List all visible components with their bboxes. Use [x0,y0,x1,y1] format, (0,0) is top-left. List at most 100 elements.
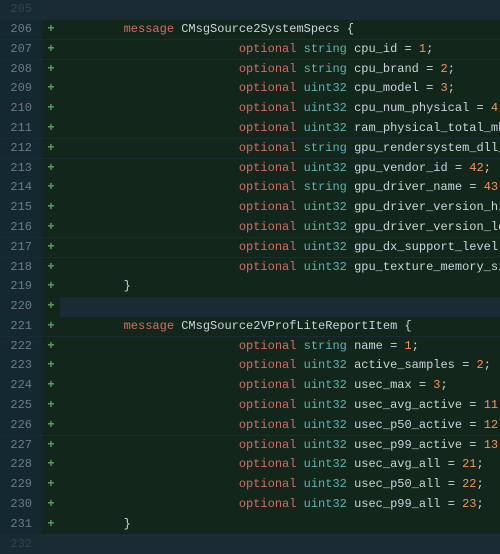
field-name: usec_avg_active [354,398,462,412]
diff-add-marker: + [42,60,60,80]
code-content[interactable]: } [60,515,500,535]
code-content[interactable]: optional uint32 gpu_driver_version_high … [60,198,500,218]
field-name: cpu_brand [354,62,419,76]
diff-add-marker: + [42,475,60,495]
code-line: 228+ optional uint32 usec_avg_all = 21; [0,455,500,475]
line-number: 207 [0,40,42,60]
code-content[interactable]: } [60,277,500,297]
code-content[interactable]: optional uint32 active_samples = 2; [60,356,500,376]
keyword-optional: optional [239,418,297,432]
field-name: usec_max [354,378,412,392]
code-line: 206+ message CMsgSource2SystemSpecs { [0,20,500,40]
code-line: 223+ optional uint32 active_samples = 2; [0,356,500,376]
keyword-message: message [124,319,174,333]
field-number: 12 [484,418,498,432]
keyword-optional: optional [239,378,297,392]
keyword-optional: optional [239,457,297,471]
equals: = [426,62,433,76]
field-type: uint32 [304,260,347,274]
code-line: 215+ optional uint32 gpu_driver_version_… [0,198,500,218]
field-number: 23 [462,497,476,511]
semicolon: ; [448,62,455,76]
code-content[interactable]: optional uint32 gpu_dx_support_level = 4… [60,238,500,258]
code-content[interactable]: optional uint32 cpu_model = 3; [60,79,500,99]
code-content[interactable]: optional string cpu_id = 1; [60,40,500,60]
line-number: 217 [0,238,42,258]
keyword-optional: optional [239,398,297,412]
code-content[interactable]: optional string gpu_driver_name = 43; [60,178,500,198]
field-number: 11 [484,398,498,412]
line-number: 223 [0,356,42,376]
diff-add-marker: + [42,178,60,198]
equals: = [419,378,426,392]
code-content[interactable]: optional uint32 cpu_num_physical = 4; [60,99,500,119]
code-line: 222+ optional string name = 1; [0,337,500,357]
truncated-line-bottom: 232 [0,535,500,554]
field-name: cpu_id [354,42,397,56]
field-name: gpu_driver_name [354,180,462,194]
field-name: gpu_dx_support_level [354,240,498,254]
keyword-optional: optional [239,200,297,214]
keyword-optional: optional [239,339,297,353]
code-content[interactable]: message CMsgSource2SystemSpecs { [60,20,500,40]
diff-add-marker: + [42,416,60,436]
field-type: string [304,62,347,76]
code-line: 211+ optional uint32 ram_physical_total_… [0,119,500,139]
equals: = [448,477,455,491]
code-content[interactable]: optional uint32 usec_p99_all = 23; [60,495,500,515]
code-content[interactable]: optional uint32 ram_physical_total_mb = … [60,119,500,139]
equals: = [476,101,483,115]
keyword-optional: optional [239,220,297,234]
code-line: 230+ optional uint32 usec_p99_all = 23; [0,495,500,515]
equals: = [448,457,455,471]
code-content[interactable]: optional uint32 usec_max = 3; [60,376,500,396]
line-number: 224 [0,376,42,396]
semicolon: ; [484,358,491,372]
semicolon: ; [477,457,484,471]
code-line: 226+ optional uint32 usec_p50_active = 1… [0,416,500,436]
code-content[interactable]: message CMsgSource2VProfLiteReportItem { [60,317,500,337]
code-content[interactable]: optional uint32 usec_avg_all = 21; [60,455,500,475]
diff-add-marker: + [42,119,60,139]
equals: = [404,42,411,56]
field-number: 42 [469,161,483,175]
code-line: 224+ optional uint32 usec_max = 3; [0,376,500,396]
code-content[interactable]: optional string cpu_brand = 2; [60,60,500,80]
code-content[interactable]: optional string gpu_rendersystem_dll_nam… [60,139,500,159]
field-type: uint32 [304,240,347,254]
field-type: uint32 [304,457,347,471]
field-type: string [304,42,347,56]
field-number: 13 [484,438,498,452]
field-name: gpu_texture_memory_size_mb [354,260,500,274]
field-name: usec_p50_active [354,418,462,432]
code-content[interactable]: optional uint32 usec_p50_all = 22; [60,475,500,495]
field-number: 22 [462,477,476,491]
line-number: 208 [0,60,42,80]
field-name: ram_physical_total_mb [354,121,500,135]
line-number: 220 [0,297,42,317]
keyword-optional: optional [239,240,297,254]
diff-add-marker: + [42,396,60,416]
code-content[interactable]: optional uint32 usec_p99_active = 13; [60,436,500,456]
line-number: 226 [0,416,42,436]
code-line: 208+ optional string cpu_brand = 2; [0,59,500,79]
code-content[interactable]: optional uint32 gpu_texture_memory_size_… [60,258,500,278]
code-content[interactable]: optional uint32 gpu_driver_version_low =… [60,218,500,238]
keyword-optional: optional [239,81,297,95]
code-content[interactable]: optional uint32 usec_p50_active = 12; [60,416,500,436]
code-content[interactable]: optional string name = 1; [60,337,500,357]
field-type: uint32 [304,121,347,135]
code-line: 217+ optional uint32 gpu_dx_support_leve… [0,238,500,258]
line-number: 209 [0,79,42,99]
code-content[interactable]: optional uint32 gpu_vendor_id = 42; [60,159,500,179]
field-number: 43 [484,180,498,194]
diff-add-marker: + [42,317,60,337]
field-type: uint32 [304,220,347,234]
semicolon: ; [426,42,433,56]
field-name: name [354,339,383,353]
brace-open: { [347,22,354,36]
field-name: cpu_model [354,81,419,95]
code-line: 219+ } [0,277,500,297]
diff-add-marker: + [42,356,60,376]
code-content[interactable]: optional uint32 usec_avg_active = 11; [60,396,500,416]
